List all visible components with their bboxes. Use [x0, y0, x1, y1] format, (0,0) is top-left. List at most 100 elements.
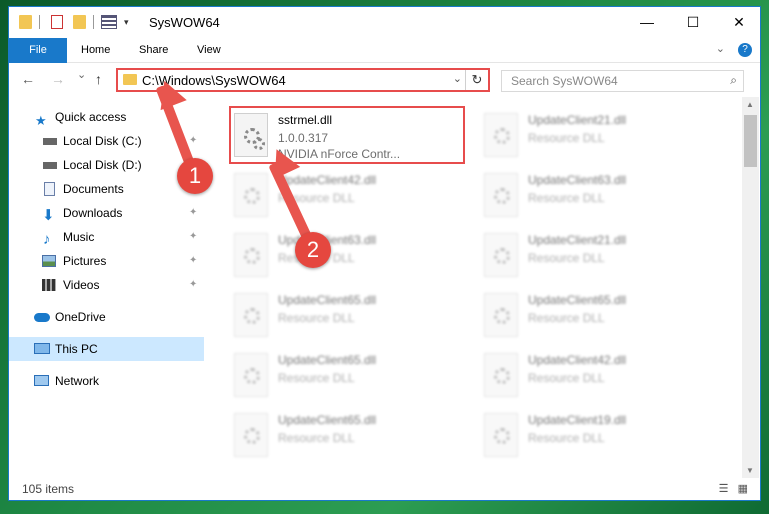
sidebar-item-documents[interactable]: Documents ✦: [9, 177, 204, 201]
file-item[interactable]: UpdateClient65.dll Resource DLL: [229, 407, 459, 463]
dll-file-icon: [234, 353, 268, 397]
file-name: UpdateClient65.dll: [278, 413, 377, 427]
dll-file-icon: [484, 233, 518, 277]
gear-icon: [494, 128, 510, 144]
folder-icon: [123, 74, 137, 85]
separator-icon: [39, 15, 40, 29]
customize-toolbar-icon[interactable]: ▾: [124, 17, 129, 31]
title-bar: ▾ SysWOW64 — ☐ ✕: [9, 7, 760, 38]
file-name: UpdateClient19.dll: [528, 413, 627, 427]
gear-icon: [244, 368, 260, 384]
tab-share[interactable]: Share: [125, 38, 182, 62]
file-item[interactable]: UpdateClient42.dll Resource DLL: [479, 347, 709, 403]
download-icon: ⬇: [42, 207, 55, 224]
search-icon[interactable]: ⌕: [730, 73, 737, 88]
file-item[interactable]: UpdateClient19.dll Resource DLL: [479, 407, 709, 463]
sidebar-item-local-disk-d[interactable]: Local Disk (D:): [9, 153, 204, 177]
window-title: SysWOW64: [149, 15, 220, 30]
file-item[interactable]: UpdateClient21.dll Resource DLL: [479, 227, 709, 283]
file-item[interactable]: UpdateClient21.dll Resource DLL: [479, 107, 709, 163]
explorer-window: ▾ SysWOW64 — ☐ ✕ File Home Share View ⌄ …: [8, 6, 761, 501]
dll-file-icon: [484, 293, 518, 337]
sidebar-item-music[interactable]: ♪ Music ✦: [9, 225, 204, 249]
file-name: UpdateClient63.dll: [528, 173, 627, 187]
file-description: Resource DLL: [278, 311, 355, 325]
gear-icon: [494, 368, 510, 384]
chevron-down-icon[interactable]: ⌄: [453, 72, 462, 85]
sidebar-item-pictures[interactable]: Pictures ✦: [9, 249, 204, 273]
tab-home[interactable]: Home: [67, 38, 124, 62]
up-button[interactable]: ↑: [95, 71, 102, 87]
file-item[interactable]: UpdateClient65.dll Resource DLL: [229, 287, 459, 343]
dll-file-icon: [234, 233, 268, 277]
file-description: Resource DLL: [528, 431, 605, 445]
gear-icon: [244, 308, 260, 324]
scroll-down-icon[interactable]: ▼: [746, 466, 754, 475]
file-item[interactable]: UpdateClient65.dll Resource DLL: [479, 287, 709, 343]
sidebar-item-label: Network: [55, 374, 100, 388]
maximize-button[interactable]: ☐: [670, 7, 716, 38]
details-view-icon[interactable]: ☰: [719, 483, 729, 495]
view-options-icon[interactable]: [101, 15, 117, 29]
dll-file-icon: [234, 413, 268, 457]
dll-file-icon: [484, 413, 518, 457]
large-icons-view-icon[interactable]: ▦: [738, 483, 748, 495]
help-icon[interactable]: ?: [738, 43, 752, 57]
file-name: UpdateClient42.dll: [528, 353, 627, 367]
folder-icon: [19, 15, 32, 29]
gear-icon: [494, 188, 510, 204]
vertical-scrollbar[interactable]: ▲ ▼: [742, 97, 759, 478]
sidebar-item-label: Quick access: [55, 110, 127, 124]
scroll-up-icon[interactable]: ▲: [746, 100, 754, 109]
file-description: Resource DLL: [278, 431, 355, 445]
sidebar-item-videos[interactable]: Videos ✦: [9, 273, 204, 297]
file-description: Resource DLL: [528, 311, 605, 325]
forward-button[interactable]: →: [51, 71, 65, 87]
pin-icon: ✦: [189, 207, 198, 218]
recent-locations-button[interactable]: ⌄: [77, 68, 86, 81]
sidebar-item-label: Local Disk (C:): [63, 134, 142, 148]
gear-icon: [244, 428, 260, 444]
sidebar-item-downloads[interactable]: ⬇ Downloads ✦: [9, 201, 204, 225]
sidebar-item-this-pc[interactable]: This PC: [9, 337, 204, 361]
sidebar-item-network[interactable]: Network: [9, 369, 204, 393]
file-item[interactable]: UpdateClient63.dll Resource DLL: [229, 227, 459, 283]
dll-file-icon: [484, 113, 518, 157]
close-button[interactable]: ✕: [716, 7, 760, 38]
sidebar-item-label: OneDrive: [55, 310, 106, 324]
gear-icon: [494, 308, 510, 324]
file-description: Resource DLL: [528, 371, 605, 385]
item-count: 105 items: [22, 482, 75, 496]
file-description: Resource DLL: [528, 251, 605, 265]
status-bar: 105 items ☰ ▦: [9, 478, 760, 500]
file-name: UpdateClient21.dll: [528, 113, 627, 127]
star-icon: ★: [35, 113, 47, 128]
computer-icon: [34, 343, 50, 354]
sidebar-item-label: This PC: [55, 342, 98, 356]
cloud-icon: [34, 313, 50, 322]
dll-file-icon: [484, 353, 518, 397]
file-name: UpdateClient65.dll: [278, 353, 377, 367]
gear-icon: [244, 188, 260, 204]
properties-icon[interactable]: [51, 15, 63, 29]
dll-file-icon: [234, 173, 268, 217]
back-button[interactable]: ←: [21, 71, 35, 87]
search-input[interactable]: Search SysWOW64 ⌕: [501, 70, 744, 92]
sidebar-item-label: Local Disk (D:): [63, 158, 142, 172]
file-item[interactable]: UpdateClient65.dll Resource DLL: [229, 347, 459, 403]
drive-icon: [43, 162, 57, 169]
refresh-button[interactable]: ↻: [465, 70, 488, 90]
tab-view[interactable]: View: [183, 38, 235, 62]
new-folder-icon[interactable]: [73, 15, 86, 29]
minimize-button[interactable]: —: [624, 7, 670, 38]
scrollbar-thumb[interactable]: [744, 115, 757, 167]
file-item[interactable]: UpdateClient42.dll Resource DLL: [229, 167, 459, 223]
search-placeholder: Search SysWOW64: [511, 74, 618, 88]
file-item[interactable]: UpdateClient63.dll Resource DLL: [479, 167, 709, 223]
annotation-badge-2: 2: [295, 232, 331, 268]
gear-icon: [494, 428, 510, 444]
sidebar-item-onedrive[interactable]: OneDrive: [9, 305, 204, 329]
expand-ribbon-icon[interactable]: ⌄: [716, 43, 725, 55]
file-description: Resource DLL: [528, 191, 605, 205]
annotation-badge-1: 1: [177, 158, 213, 194]
